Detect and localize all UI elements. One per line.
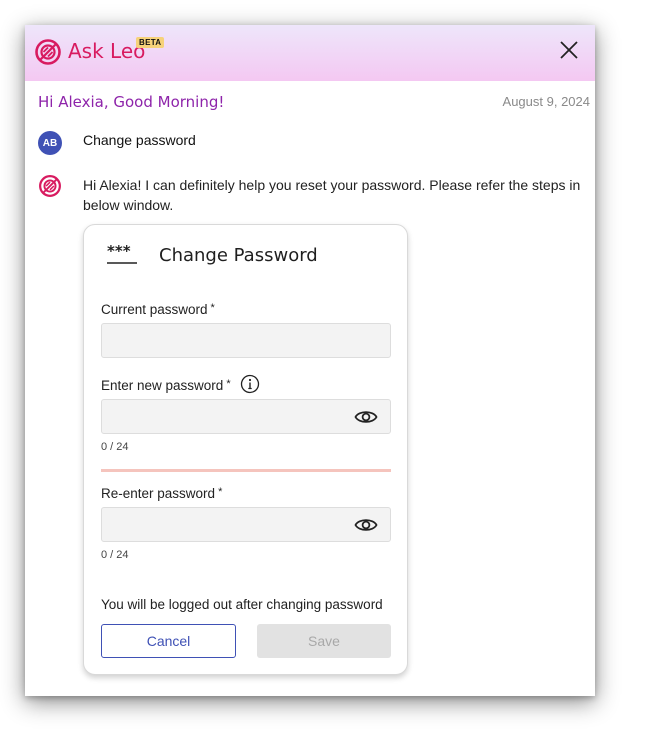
reenter-password-field[interactable]	[101, 507, 391, 542]
greeting-text: Hi Alexia, Good Morning!	[38, 93, 225, 111]
new-password-field[interactable]	[101, 399, 391, 434]
reenter-password-label: Re-enter password *	[101, 486, 222, 501]
leo-bot-icon	[39, 175, 61, 197]
current-password-field[interactable]	[101, 323, 391, 358]
current-password-input[interactable]	[102, 324, 390, 357]
current-password-label-text: Current password	[101, 302, 208, 317]
new-password-label: Enter new password *	[101, 378, 231, 393]
save-button[interactable]: Save	[257, 624, 391, 658]
password-asterisks-icon: ***	[107, 243, 137, 264]
ask-leo-logo-icon	[35, 39, 61, 65]
required-asterisk: *	[218, 486, 223, 498]
ask-leo-panel: Ask Leo BETA Hi Alexia, Good Morning! Au…	[25, 25, 595, 696]
close-icon[interactable]	[558, 39, 580, 61]
change-password-card: *** Change Password Current password * En…	[83, 224, 408, 675]
svg-text:***: ***	[107, 243, 131, 260]
reenter-password-label-text: Re-enter password	[101, 486, 216, 501]
reenter-password-counter: 0 / 24	[101, 549, 129, 561]
new-password-counter: 0 / 24	[101, 441, 129, 453]
reenter-password-input[interactable]	[102, 508, 390, 541]
beta-badge: BETA	[136, 37, 165, 48]
logout-note: You will be logged out after changing pa…	[101, 597, 383, 612]
cancel-button[interactable]: Cancel	[101, 624, 236, 658]
new-password-label-text: Enter new password	[101, 378, 224, 393]
password-strength-bar	[101, 469, 391, 472]
eye-icon[interactable]	[354, 408, 378, 426]
new-password-input[interactable]	[102, 400, 390, 433]
card-title: Change Password	[159, 245, 318, 266]
user-message: Change password	[83, 132, 196, 148]
required-asterisk: *	[226, 378, 231, 390]
required-asterisk: *	[210, 302, 215, 314]
eye-icon[interactable]	[354, 516, 378, 534]
chat-date: August 9, 2024	[502, 94, 590, 109]
user-avatar: AB	[38, 131, 62, 155]
bot-message: Hi Alexia! I can definitely help you res…	[83, 177, 581, 213]
panel-header: Ask Leo BETA	[25, 25, 595, 81]
app-title: Ask Leo	[68, 39, 146, 63]
info-icon[interactable]	[240, 374, 260, 394]
current-password-label: Current password *	[101, 302, 215, 317]
